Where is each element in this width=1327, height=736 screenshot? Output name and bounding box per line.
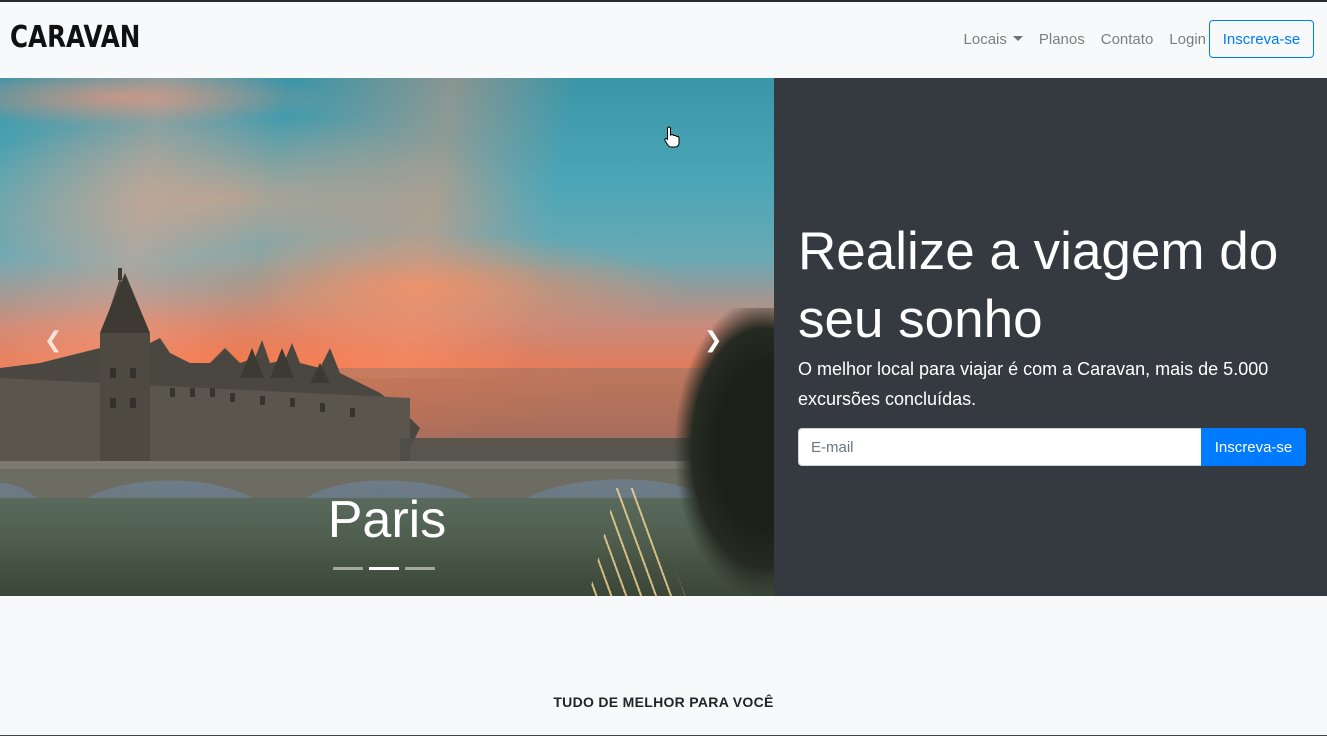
nav-item-login[interactable]: Login xyxy=(1169,31,1206,48)
hero-signup-panel: Realize a viagem do seu sonho O melhor l… xyxy=(774,78,1327,596)
nav-item-label: Locais xyxy=(963,31,1007,48)
section-title: TUDO DE MELHOR PARA VOCÊ xyxy=(553,694,774,710)
nav-links: Locais Planos Contato Login xyxy=(964,31,1206,48)
chevron-left-icon[interactable]: ❮ xyxy=(44,328,62,353)
nav-item-contato[interactable]: Contato xyxy=(1101,31,1154,48)
signup-form: Inscreva-se xyxy=(798,428,1306,466)
carousel-indicators xyxy=(333,567,435,570)
navbar: CARAVAN Locais Planos Contato Login Insc… xyxy=(0,2,1327,78)
chevron-right-icon[interactable]: ❯ xyxy=(704,328,722,353)
hero-subtext: O melhor local para viajar é com a Carav… xyxy=(798,359,1269,409)
carousel-caption: Paris xyxy=(327,491,447,549)
carousel-indicator-3[interactable] xyxy=(405,567,435,570)
hero-carousel: ❮ ❯ Paris xyxy=(0,78,774,596)
signup-submit-button[interactable]: Inscreva-se xyxy=(1201,428,1306,466)
email-input[interactable] xyxy=(798,428,1201,466)
hero-heading: Realize a viagem do seu sonho xyxy=(798,222,1279,349)
carousel-indicator-2[interactable] xyxy=(369,567,399,570)
caret-down-icon xyxy=(1012,36,1023,41)
navbar-signup-button[interactable]: Inscreva-se xyxy=(1209,20,1314,58)
nav-item-planos[interactable]: Planos xyxy=(1039,31,1085,48)
hand-pointer-cursor-icon xyxy=(664,126,680,148)
nav-item-locais[interactable]: Locais xyxy=(964,31,1023,48)
brand-logo[interactable]: CARAVAN xyxy=(10,20,140,55)
carousel-indicator-1[interactable] xyxy=(333,567,363,570)
